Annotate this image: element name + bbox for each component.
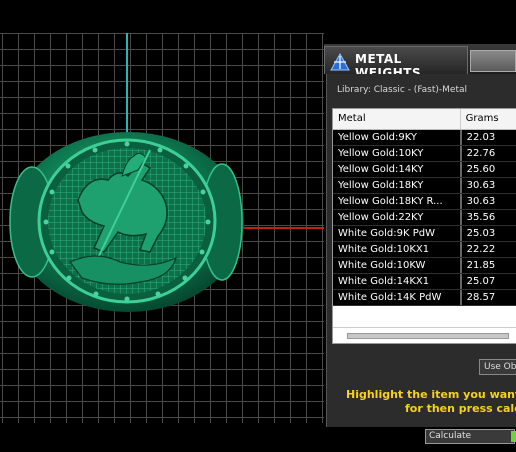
metal-cell: Yellow Gold:18KY <box>333 178 461 193</box>
metal-cell: Yellow Gold:18KY R... <box>333 194 461 209</box>
table-row[interactable]: White Gold:10KW 21.85 <box>333 258 516 274</box>
grams-cell: 22.76 <box>460 146 516 161</box>
panel-header: METAL WEIGHTS <box>324 44 516 80</box>
table-row[interactable]: White Gold:14K PdW 28.57 <box>333 290 516 306</box>
signet-ring-model[interactable] <box>0 0 324 423</box>
metal-cell: White Gold:14KX1 <box>333 274 461 289</box>
table-row[interactable]: Yellow Gold:18KY 30.63 <box>333 178 516 194</box>
calculate-button[interactable] <box>511 431 516 442</box>
metal-weights-panel: METAL WEIGHTS Library: Classic - (Fast)-… <box>324 44 516 444</box>
table-row[interactable]: White Gold:9K PdW 25.03 <box>333 226 516 242</box>
scale-icon <box>330 52 350 71</box>
grams-cell: 25.03 <box>460 226 516 241</box>
table-row[interactable]: White Gold:10KX1 22.22 <box>333 242 516 258</box>
table-row[interactable]: Yellow Gold:14KY 25.60 <box>333 162 516 178</box>
grams-cell: 21.85 <box>460 258 516 273</box>
table-row[interactable]: Yellow Gold:18KY R... 30.63 <box>333 194 516 210</box>
grams-cell: 30.63 <box>460 194 516 209</box>
grams-cell: 30.63 <box>460 178 516 193</box>
metal-cell: White Gold:10KX1 <box>333 242 461 257</box>
tab-next[interactable] <box>470 50 516 72</box>
grams-cell: 35.56 <box>460 210 516 225</box>
instruction-line-2: for then press calcu <box>405 402 516 415</box>
scrollbar-thumb[interactable] <box>347 333 509 339</box>
tab-metal-weights[interactable]: METAL WEIGHTS <box>324 46 468 80</box>
column-header-metal[interactable]: Metal <box>333 109 461 129</box>
grams-cell: 25.07 <box>460 274 516 289</box>
metal-cell: Yellow Gold:22KY <box>333 210 461 225</box>
grams-cell: 22.03 <box>460 130 516 145</box>
horizontal-scrollbar[interactable] <box>333 327 516 343</box>
library-label: Library: Classic - (Fast)-Metal <box>337 85 468 95</box>
grams-cell: 25.60 <box>460 162 516 177</box>
table-row[interactable]: Yellow Gold:10KY 22.76 <box>333 146 516 162</box>
metal-cell: Yellow Gold:10KY <box>333 146 461 161</box>
metal-cell: White Gold:10KW <box>333 258 461 273</box>
use-object-button[interactable]: Use Ob <box>479 359 516 375</box>
metal-cell: Yellow Gold:9KY <box>333 130 461 145</box>
instruction-line-1: Highlight the item you want to <box>346 388 516 401</box>
metal-weights-table[interactable]: Metal Grams Yellow Gold:9KY 22.03 Yellow G… <box>332 108 516 344</box>
table-row[interactable]: Yellow Gold:22KY 35.56 <box>333 210 516 226</box>
panel-body: Library: Classic - (Fast)-Metal Metal Gr… <box>326 74 516 444</box>
grams-cell: 28.57 <box>460 290 516 305</box>
grams-cell: 22.22 <box>460 242 516 257</box>
table-row[interactable]: Yellow Gold:9KY 22.03 <box>333 130 516 146</box>
calculate-field[interactable]: Calculate <box>425 429 515 444</box>
metal-cell: Yellow Gold:14KY <box>333 162 461 177</box>
metal-cell: White Gold:14K PdW <box>333 290 461 305</box>
table-body: Yellow Gold:9KY 22.03 Yellow Gold:10KY 22.7… <box>333 130 516 306</box>
table-row[interactable]: White Gold:14KX1 25.07 <box>333 274 516 290</box>
column-header-grams[interactable]: Grams <box>461 109 516 129</box>
metal-cell: White Gold:9K PdW <box>333 226 461 241</box>
table-header: Metal Grams <box>333 109 516 130</box>
viewport-top-bar <box>0 0 324 33</box>
